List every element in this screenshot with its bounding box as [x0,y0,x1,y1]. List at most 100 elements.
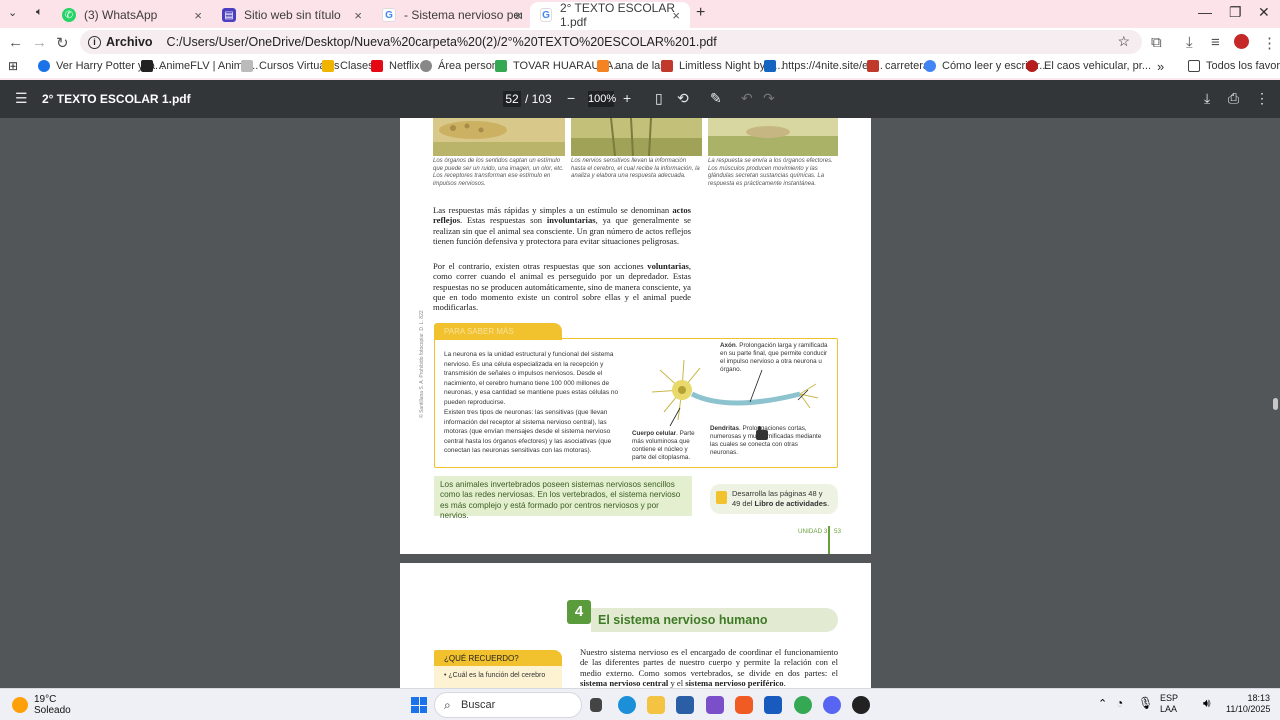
bookmarks-overflow-icon[interactable]: » [1157,59,1164,74]
edge-icon[interactable] [618,696,636,714]
zoom-out-icon[interactable]: − [567,90,575,106]
reload-icon[interactable]: ↻ [56,34,69,52]
rotate-icon[interactable]: ⟲ [677,90,689,107]
bookmark-icon [38,60,50,72]
tab-whatsapp[interactable]: ✆ (3) WhatsApp × [52,2,212,28]
language-indicator[interactable]: ESP LAA [1160,693,1178,715]
url-text[interactable]: C:/Users/User/OneDrive/Desktop/Nueva%20c… [167,35,717,49]
bookmark-icon [241,60,253,72]
weather-widget[interactable]: 19°C Soleado [12,694,71,716]
fit-page-icon[interactable]: ▯ [655,90,663,107]
undo-icon[interactable]: ↶ [741,90,753,107]
redo-icon[interactable]: ↷ [763,90,775,107]
pdf-toolbar: ☰ 2° TEXTO ESCOLAR 1.pdf 52 / 103 − 100%… [0,80,1280,118]
close-icon[interactable]: × [354,8,362,23]
copyright-note: © Santillana S. A. Prohibido fotocopiar.… [419,310,425,418]
network-icon[interactable]: ◔ [1116,696,1123,710]
bookmark-icon [597,60,609,72]
address-bar[interactable]: i Archivo C:/Users/User/OneDrive/Desktop… [80,30,1142,54]
download-icon[interactable]: ⤓ [1204,90,1210,107]
tab-label: Sitio web sin título [244,8,341,22]
back-icon[interactable]: ← [8,34,23,51]
image-caption: Los nervios sensitivos llevan la informa… [571,158,700,179]
pdf-title: 2° TEXTO ESCOLAR 1.pdf [42,92,191,106]
zoom-input[interactable]: 100% [588,91,616,107]
tab-label: 2° TEXTO ESCOLAR 1.pdf [559,1,675,29]
tab-label: - Sistema nervioso periférico. - [404,8,522,22]
label-bold: Dendritas [710,425,740,432]
tab-search-chevron-icon[interactable]: ⌄ [8,6,17,19]
text-bold: sistema nervioso periférico [685,677,784,688]
app-icon[interactable] [852,696,870,714]
close-icon[interactable]: × [514,8,522,23]
print-icon[interactable]: ⎙ [1228,90,1239,107]
mute-icon[interactable]: 🔈︎ [36,6,43,19]
close-icon[interactable]: × [194,8,202,23]
menu-icon[interactable]: ⋮ [1262,34,1277,52]
media-icon[interactable]: ≡ [1211,34,1220,51]
bookmark-label: Netflix [389,60,420,72]
label-bold: Cuerpo celular [632,430,677,437]
bookmark-star-icon[interactable]: ☆ [1117,33,1130,50]
google-sites-icon: ▤ [222,8,236,22]
chrome-icon[interactable] [794,696,812,714]
tab-pdf[interactable]: G 2° TEXTO ESCOLAR 1.pdf × [530,1,690,29]
zoom-in-icon[interactable]: + [623,90,631,106]
scrollbar-thumb[interactable] [1273,398,1278,410]
pdf-page: Los órganos de los sentidos captan un es… [400,118,871,554]
bookmark-item[interactable]: Área personal [420,60,507,72]
snipping-tool-icon[interactable] [706,696,724,714]
taskbar-search[interactable]: ⌕ Buscar [434,692,582,718]
bookmark-item[interactable]: carretera [867,60,929,72]
site-info-chip[interactable]: i Archivo [88,35,153,49]
more-options-icon[interactable]: ⋮ [1255,90,1269,107]
tab-sitio-web[interactable]: ▤ Sitio web sin título × [212,2,372,28]
activity-box: Desarrolla las páginas 48 y 49 del Libro… [710,484,838,514]
bookmark-item[interactable]: Netflix [371,60,420,72]
folder-icon [1188,60,1200,72]
all-bookmarks-button[interactable]: Todos los favoritos [1188,60,1280,72]
google-icon [924,60,936,72]
tab-sistema-nervioso[interactable]: G - Sistema nervioso periférico. - × [372,2,532,28]
extensions-icon[interactable]: ⧉ [1151,34,1162,51]
scrollbar[interactable] [1270,118,1280,688]
temperature: 19°C [34,694,57,705]
close-icon[interactable]: × [672,8,680,23]
annotate-icon[interactable]: ✎ [710,90,722,107]
minimize-button[interactable]: — [1198,4,1212,20]
volume-icon[interactable]: 🔊︎ [1203,696,1211,711]
pdf-viewer[interactable]: Los órganos de los sentidos captan un es… [0,118,1280,688]
discord-icon[interactable] [823,696,841,714]
brave-icon[interactable] [735,696,753,714]
bookmark-item[interactable]: Clases [322,60,374,72]
section-title: El sistema nervioso humano [598,613,768,627]
bookmark-item[interactable]: ana de las [597,60,666,72]
clock-date: 11/10/2025 [1226,704,1271,714]
bookmark-item[interactable]: https://4nite.site/es... [764,60,883,72]
close-window-button[interactable]: ✕ [1258,4,1270,21]
tray-chevron-icon[interactable]: ⌃ [1098,697,1107,710]
profile-avatar[interactable] [1234,34,1249,49]
sidebar-menu-icon[interactable]: ☰ [15,90,28,107]
bookmarks-bar: ⊞ Ver Harry Potter y la... AnimeFLV | An… [0,56,1280,78]
start-button[interactable] [411,697,427,713]
forward-icon[interactable]: → [32,34,47,51]
microphone-icon[interactable]: 🎙︎ [1138,696,1153,710]
clock[interactable]: 18:13 11/10/2025 [1226,693,1270,715]
info-icon: i [88,35,101,49]
download-icon[interactable]: ⤓ [1186,34,1193,51]
maximize-button[interactable]: ❐ [1229,4,1242,21]
text-bold: involuntarias [546,215,596,226]
page-number-input[interactable]: 52 [503,91,521,107]
store-icon[interactable] [676,696,694,714]
task-view-icon[interactable] [590,698,602,712]
paragraph: Por el contrario, existen otras respuest… [433,261,691,312]
keyboard-layout: LAA [1160,704,1178,714]
new-tab-button[interactable]: + [696,4,705,22]
apps-icon[interactable]: ⊞ [8,59,18,73]
word-icon[interactable] [764,696,782,714]
file-explorer-icon[interactable] [647,696,665,714]
label-bold: Axón [720,342,736,349]
bookmark-item[interactable]: El caos vehicular, pr... [1026,60,1151,72]
cheetah-image [433,118,565,156]
